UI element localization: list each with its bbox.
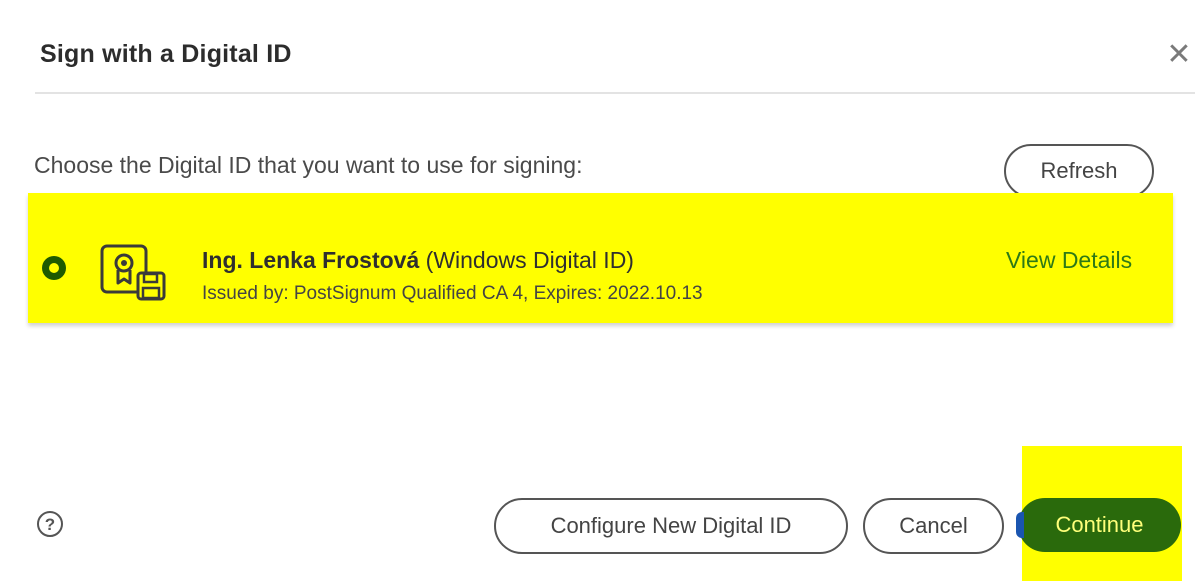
digital-id-name: Ing. Lenka Frostová <box>202 247 420 273</box>
configure-new-digital-id-button[interactable]: Configure New Digital ID <box>494 498 848 554</box>
digital-id-title: Ing. Lenka Frostová (Windows Digital ID) <box>202 247 634 274</box>
radio-selected-icon[interactable] <box>42 256 66 280</box>
digital-id-option[interactable]: Ing. Lenka Frostová (Windows Digital ID)… <box>28 193 1173 323</box>
title-divider <box>35 92 1195 94</box>
dialog-title: Sign with a Digital ID <box>40 40 292 68</box>
choose-id-prompt: Choose the Digital ID that you want to u… <box>34 152 583 178</box>
cancel-button[interactable]: Cancel <box>863 498 1004 554</box>
continue-button[interactable]: Continue <box>1016 498 1181 552</box>
digital-id-issuer: Issued by: PostSignum Qualified CA 4, Ex… <box>202 283 703 304</box>
digital-id-type: (Windows Digital ID) <box>425 247 634 273</box>
certificate-icon <box>100 244 166 301</box>
view-details-link[interactable]: View Details <box>1006 247 1132 274</box>
svg-text:?: ? <box>45 515 55 534</box>
refresh-button[interactable]: Refresh <box>1004 144 1154 198</box>
close-icon[interactable]: ✕ <box>1164 38 1194 72</box>
sign-digital-id-dialog: Sign with a Digital ID ✕ Choose the Digi… <box>0 0 1201 587</box>
help-icon[interactable]: ? <box>36 510 64 538</box>
